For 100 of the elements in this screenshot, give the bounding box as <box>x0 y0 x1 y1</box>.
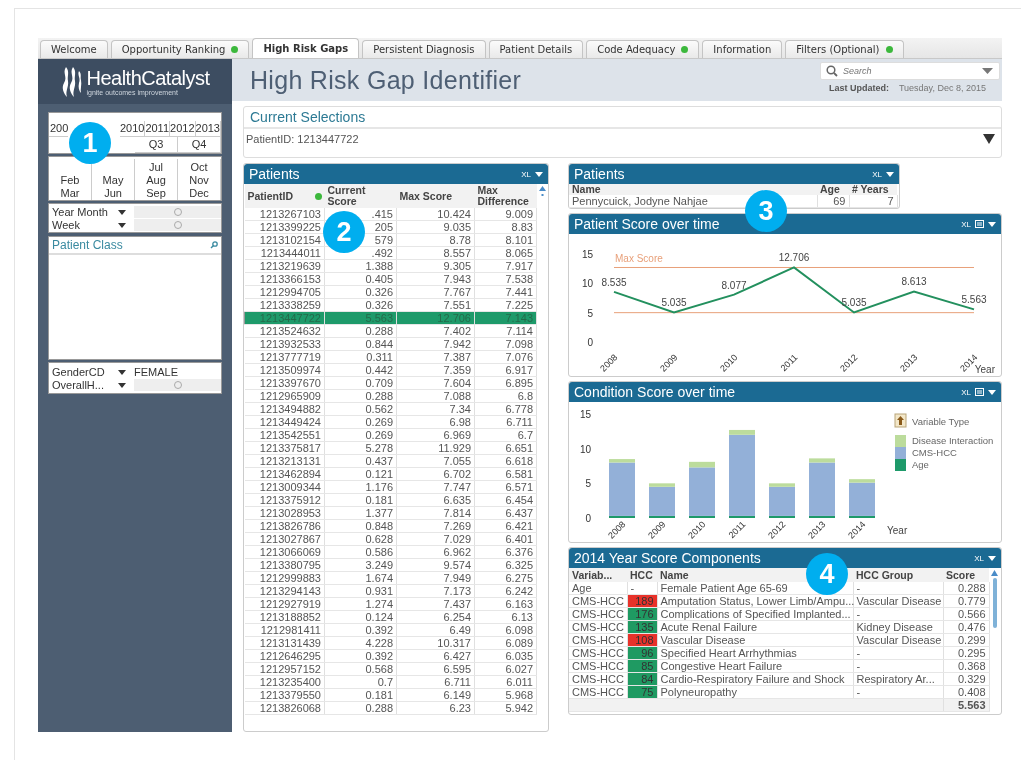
tab[interactable]: Patient Details <box>488 40 584 58</box>
table-row[interactable]: 1213213131 0.437 7.055 6.618 <box>244 454 537 468</box>
column-header[interactable]: Name <box>572 183 601 195</box>
menu-caret-icon[interactable] <box>886 171 894 177</box>
table-row[interactable]: 1213379550 0.181 6.149 5.968 <box>244 688 537 702</box>
column-header[interactable]: Name <box>660 568 689 581</box>
table-cell: CMS-HCC <box>572 673 624 685</box>
table-cell: 6.035 <box>505 650 533 662</box>
table-row[interactable]: 1213826786 0.848 7.269 6.421 <box>244 519 537 533</box>
scroll-up-icon[interactable] <box>539 186 546 196</box>
date-option[interactable]: Dec <box>178 187 220 200</box>
export-label[interactable]: XL <box>974 553 984 563</box>
table-row[interactable]: 1213509974 0.442 7.359 6.917 <box>244 363 537 377</box>
column-header[interactable]: Max Score <box>396 184 475 208</box>
table-row[interactable]: 1213235400 0.7 6.711 6.011 <box>244 675 537 689</box>
date-option[interactable]: May <box>92 174 134 187</box>
tab[interactable]: Persistent Diagnosis <box>362 40 486 58</box>
table-row[interactable]: 1213219639 1.388 9.305 7.917 <box>244 259 537 273</box>
export-label[interactable]: XL <box>961 219 971 229</box>
table-row[interactable]: 1213366153 0.405 7.943 7.538 <box>244 272 537 286</box>
menu-caret-icon[interactable] <box>988 555 996 561</box>
table-row[interactable]: 1213188852 0.124 6.254 6.13 <box>244 610 537 624</box>
table-row[interactable]: 1212981411 0.392 6.49 6.098 <box>244 623 537 637</box>
table-row[interactable]: 1213777719 0.311 7.387 7.076 <box>244 350 537 364</box>
table-row[interactable]: 1213375817 5.278 11.929 6.651 <box>244 441 537 455</box>
date-option[interactable]: Jul <box>135 161 177 174</box>
export-label[interactable]: XL <box>961 387 971 397</box>
menu-caret-icon[interactable] <box>988 389 996 395</box>
table-row[interactable]: 1213449424 0.269 6.98 6.711 <box>244 415 537 429</box>
patient-class-listbox[interactable]: Patient Class <box>48 236 222 360</box>
table-row[interactable]: 1213375912 0.181 6.635 6.454 <box>244 493 537 507</box>
table-row[interactable]: 1213294143 0.931 7.173 6.242 <box>244 584 537 598</box>
date-option[interactable]: Jun <box>92 187 134 200</box>
table-row[interactable]: 1213131439 4.228 10.317 6.089 <box>244 636 537 650</box>
tab[interactable]: Filters (Optional) <box>785 40 904 58</box>
table-row[interactable]: 1212957152 0.568 6.595 6.027 <box>244 662 537 676</box>
table-row[interactable]: 1213524632 0.288 7.402 7.114 <box>244 324 537 338</box>
table-row[interactable]: 1213066069 0.586 6.962 6.376 <box>244 545 537 559</box>
table-row[interactable]: 1212646295 0.392 6.427 6.035 <box>244 649 537 663</box>
table-row[interactable]: 1213826068 0.288 6.23 5.942 <box>244 701 537 715</box>
scrollbar-thumb[interactable] <box>992 578 997 628</box>
export-label[interactable]: XL <box>521 169 531 179</box>
column-header[interactable]: Current Score <box>324 184 397 208</box>
search-field[interactable]: Search <box>820 62 1000 80</box>
table-cell: Cardio-Respiratory Failure and Shock <box>660 673 845 685</box>
date-option[interactable]: Aug <box>135 174 177 187</box>
table-row[interactable]: 1213494882 0.562 7.34 6.778 <box>244 402 537 416</box>
sort-arrow-icon[interactable] <box>894 413 907 428</box>
table-cell: 1.377 <box>365 507 393 519</box>
menu-caret-icon[interactable] <box>535 171 543 177</box>
table-cell: 579 <box>374 234 393 246</box>
table-view-icon[interactable] <box>975 220 984 228</box>
table-row[interactable]: 1213462894 0.121 6.702 6.581 <box>244 467 537 481</box>
date-option[interactable]: Sep <box>135 187 177 200</box>
dropdown-triangle-icon[interactable] <box>983 134 995 144</box>
table-cell: 0.931 <box>365 585 393 597</box>
table-cell: 7.551 <box>443 299 471 311</box>
axis-tick-label: 5 <box>587 307 593 319</box>
tab[interactable]: Code Adequacy <box>586 40 700 58</box>
table-cell: 1.674 <box>365 572 393 584</box>
date-option[interactable]: 2011 <box>145 121 171 137</box>
column-header[interactable]: PatientID <box>244 184 325 208</box>
table-cell: - <box>856 660 861 672</box>
table-row[interactable]: 1213009344 1.176 7.747 6.571 <box>244 480 537 494</box>
tab[interactable]: Information <box>702 40 783 58</box>
date-option[interactable]: Mar <box>49 187 91 200</box>
export-label[interactable]: XL <box>872 169 882 179</box>
date-option[interactable]: 2013 <box>195 121 221 137</box>
table-row[interactable]: 1212965909 0.288 7.088 6.8 <box>244 389 537 403</box>
column-header[interactable]: Max Difference <box>474 184 537 208</box>
date-option[interactable]: Nov <box>178 174 220 187</box>
date-option[interactable]: Oct <box>178 161 220 174</box>
table-row[interactable]: 1212994705 0.326 7.767 7.441 <box>244 285 537 299</box>
tab[interactable]: High Risk Gaps <box>252 38 360 58</box>
date-option[interactable]: Q3 <box>135 137 178 153</box>
table-row[interactable]: 1213542551 0.269 6.969 6.7 <box>244 428 537 442</box>
table-cell: 1213462894 <box>259 468 321 480</box>
table-row[interactable]: 1213397670 0.709 7.604 6.895 <box>244 376 537 390</box>
scroll-up-icon[interactable] <box>991 570 998 576</box>
date-option[interactable]: Feb <box>49 174 91 187</box>
panel-title: Patient Score over time <box>574 216 720 232</box>
search-icon[interactable] <box>210 241 218 249</box>
table-row[interactable]: 1212999883 1.674 7.949 6.275 <box>244 571 537 585</box>
table-cell: 6.895 <box>505 377 533 389</box>
table-row[interactable]: 1212927919 1.274 7.437 6.163 <box>244 597 537 611</box>
date-option[interactable]: 2012 <box>170 121 196 137</box>
table-row[interactable]: 1213380795 3.249 9.574 6.325 <box>244 558 537 572</box>
tab[interactable]: Opportunity Ranking <box>110 40 250 58</box>
date-option[interactable]: 200 <box>49 121 69 137</box>
table-row[interactable]: 1213027867 0.628 7.029 6.401 <box>244 532 537 546</box>
date-option[interactable]: 2010 <box>119 121 146 137</box>
last-updated-label: Last Updated: <box>828 83 889 93</box>
table-row[interactable]: 1213932533 0.844 7.942 7.098 <box>244 337 537 351</box>
table-view-icon[interactable] <box>975 388 984 396</box>
date-option[interactable]: Q4 <box>178 137 221 153</box>
table-row[interactable]: 1213338259 0.326 7.551 7.225 <box>244 298 537 312</box>
menu-caret-icon[interactable] <box>988 221 996 227</box>
table-row[interactable]: 1213028953 1.377 7.814 6.437 <box>244 506 537 520</box>
table-cell: 6.651 <box>505 442 533 454</box>
tab[interactable]: Welcome <box>40 40 108 58</box>
